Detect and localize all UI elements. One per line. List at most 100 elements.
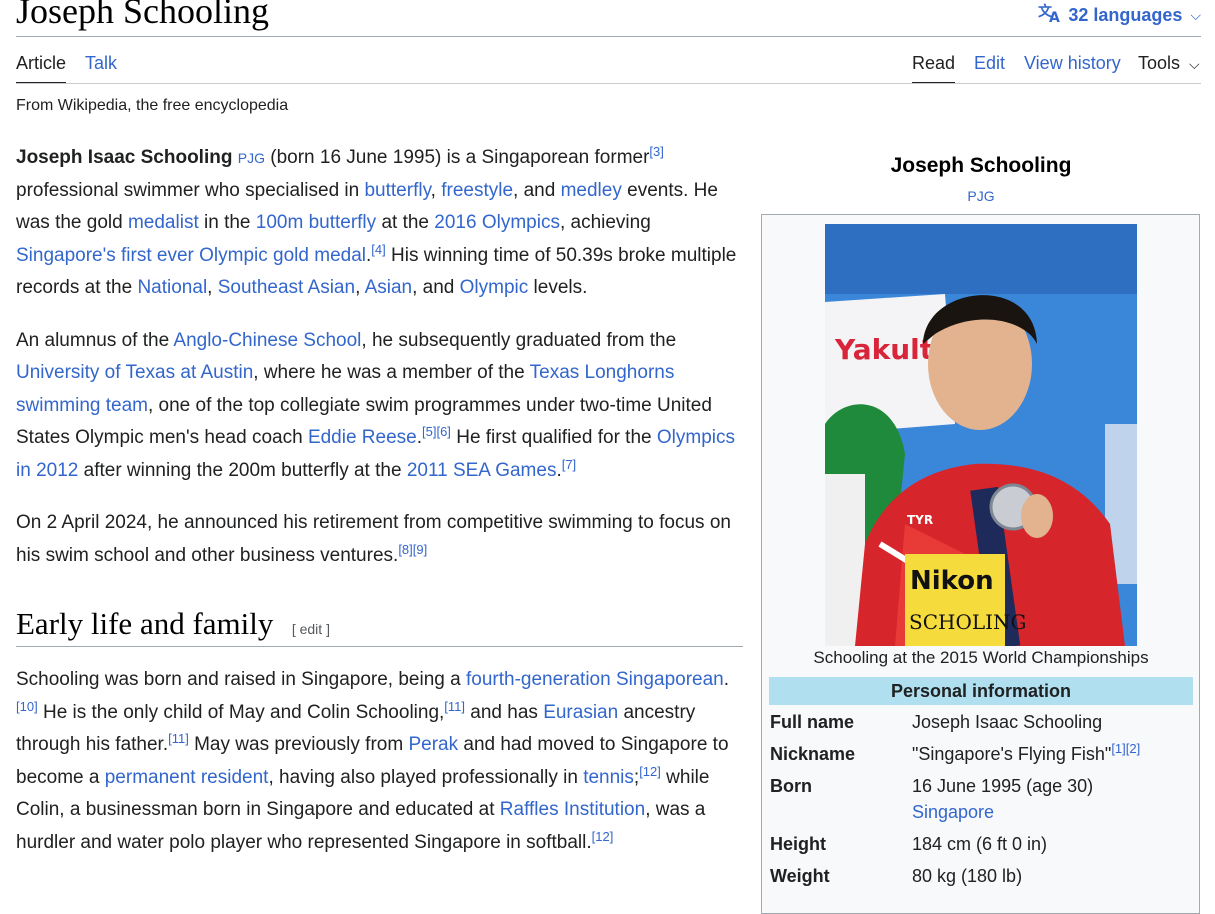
text: , and [513, 179, 561, 201]
ref-12[interactable]: [12] [592, 829, 614, 844]
text: at the [376, 212, 435, 233]
link-raffles[interactable]: Raffles Institution [500, 799, 645, 820]
text: He first qualified for the [450, 427, 657, 448]
section-edit-link[interactable]: [ edit ] [292, 621, 330, 637]
infobox-section-header: Personal information [769, 677, 1193, 705]
text: professional swimmer who specialised in [16, 179, 365, 201]
ref-3[interactable]: [3] [649, 144, 663, 159]
tab-article[interactable]: Article [16, 50, 67, 84]
text: An alumnus of the [16, 329, 174, 351]
intro-paragraph-1: Joseph Isaac Schooling PJG (born 16 June… [16, 142, 746, 305]
tools-label: Tools [1138, 53, 1181, 73]
intro-paragraph-3: On 2 April 2024, he announced his retire… [16, 507, 746, 572]
link-ut-austin[interactable]: University of Texas at Austin [16, 362, 253, 383]
text: , where he was a member of the [253, 362, 530, 383]
infobox-title: Joseph Schooling [890, 154, 1072, 177]
text: , having also played professionally in [268, 766, 584, 788]
row-label: Height [770, 834, 826, 854]
row-value: 80 kg (180 lb) [912, 866, 1023, 886]
link-butterfly[interactable]: butterfly [364, 180, 430, 201]
text: levels. [528, 277, 588, 298]
article-intro: Joseph Isaac Schooling PJG (born 16 June… [16, 142, 746, 592]
photo-caption: Schooling at the 2015 World Championship… [813, 648, 1149, 667]
link-tennis[interactable]: tennis [583, 767, 634, 788]
infobox-photo[interactable]: Yakult Nikon SCHOLING TYR [825, 224, 1137, 646]
ref-11[interactable]: [11] [444, 699, 465, 714]
row-label: Born [770, 776, 812, 796]
text: in the [198, 212, 256, 233]
ref-8-9[interactable]: [8][9] [398, 542, 427, 557]
tagline: From Wikipedia, the free encyclopedia [16, 97, 289, 114]
section-heading: Early life and family [ edit ] [16, 606, 743, 647]
intro-paragraph-2: An alumnus of the Anglo-Chinese School, … [16, 325, 746, 488]
link-perak[interactable]: Perak [408, 734, 458, 755]
chevron-down-icon: ⌵ [1190, 7, 1201, 23]
row-value: Joseph Isaac Schooling [912, 712, 1103, 732]
link-acs[interactable]: Anglo-Chinese School [173, 330, 361, 351]
translate-icon: 文 A [1038, 2, 1062, 29]
link-medalist[interactable]: medalist [128, 212, 199, 233]
infobox-pjg-link[interactable]: PJG [762, 188, 1200, 204]
link-birthplace[interactable]: Singapore [912, 802, 994, 822]
tab-view-history[interactable]: View history [1024, 50, 1121, 82]
link-national[interactable]: National [137, 277, 207, 298]
title-divider [16, 36, 1201, 37]
row-label: Weight [770, 866, 830, 886]
text: May was previously from [188, 734, 409, 755]
ref-11[interactable]: [11] [168, 731, 189, 746]
link-southeast-asian[interactable]: Southeast Asian [218, 277, 355, 298]
text: On 2 April 2024, he announced his retire… [16, 512, 731, 566]
ref-1-2[interactable]: [1][2] [1111, 741, 1140, 756]
link-medley[interactable]: medley [561, 180, 622, 201]
section-body: Schooling was born and raised in Singapo… [16, 664, 746, 859]
ref-10[interactable]: [10] [16, 699, 38, 714]
text: after winning the 200m butterfly at the [78, 459, 407, 481]
language-selector[interactable]: 文 A 32 languages ⌵ [1038, 2, 1201, 29]
chevron-down-icon: ⌵ [1189, 56, 1200, 72]
pjg-link[interactable]: PJG [238, 150, 265, 166]
link-eurasian[interactable]: Eurasian [543, 702, 618, 723]
nickname-text: "Singapore's Flying Fish" [912, 744, 1112, 764]
section-title: Early life and family [16, 606, 274, 641]
photo-tyr-logo: TYR [907, 513, 933, 527]
link-100m-butterfly[interactable]: 100m butterfly [256, 212, 376, 233]
born-date: 16 June 1995 (age 30) [912, 776, 1094, 796]
photo-bib-name: SCHOLING [909, 610, 1027, 634]
link-permanent-resident[interactable]: permanent resident [105, 767, 269, 788]
photo-sponsor-nikon: Nikon [910, 566, 994, 596]
tools-menu[interactable]: Tools ⌵ [1138, 50, 1200, 83]
ref-7[interactable]: [7] [562, 457, 576, 472]
section-paragraph-1: Schooling was born and raised in Singapo… [16, 664, 746, 859]
text: , achieving [559, 212, 651, 233]
ref-12[interactable]: [12] [639, 764, 661, 779]
language-count[interactable]: 32 languages [1068, 5, 1182, 26]
link-freestyle[interactable]: freestyle [441, 180, 513, 201]
text: , and [412, 277, 460, 298]
text: , [430, 179, 442, 201]
page-title: Joseph Schooling [16, 0, 270, 31]
svg-text:A: A [1049, 10, 1060, 24]
link-first-gold[interactable]: Singapore's first ever Olympic gold meda… [16, 245, 366, 266]
text: (born 16 June 1995) is a Singaporean for… [264, 147, 650, 168]
text: . [723, 669, 730, 690]
link-olympic[interactable]: Olympic [460, 277, 529, 298]
row-value: 16 June 1995 (age 30) Singapore [912, 776, 1192, 827]
ref-4[interactable]: [4] [371, 242, 385, 257]
text: Schooling was born and raised in Singapo… [16, 669, 466, 690]
link-asian[interactable]: Asian [365, 277, 413, 298]
subject-name: Joseph Isaac Schooling [16, 147, 233, 168]
tabs-divider [16, 83, 1201, 84]
tab-edit[interactable]: Edit [974, 50, 1005, 82]
text: He is the only child of May and Colin Sc… [37, 701, 445, 723]
row-value: "Singapore's Flying Fish"[1][2] [912, 741, 1192, 765]
link-2016-olympics[interactable]: 2016 Olympics [434, 212, 560, 233]
text: , [355, 277, 365, 298]
tab-talk[interactable]: Talk [85, 50, 117, 82]
text: , he subsequently graduated from the [361, 329, 677, 351]
ref-5-6[interactable]: [5][6] [422, 424, 451, 439]
tab-read[interactable]: Read [912, 50, 956, 84]
row-label: Full name [770, 712, 855, 732]
link-eddie-reese[interactable]: Eddie Reese [308, 427, 417, 448]
link-sea-games[interactable]: 2011 SEA Games [407, 460, 557, 481]
link-fourth-generation[interactable]: fourth-generation Singaporean [466, 669, 724, 690]
